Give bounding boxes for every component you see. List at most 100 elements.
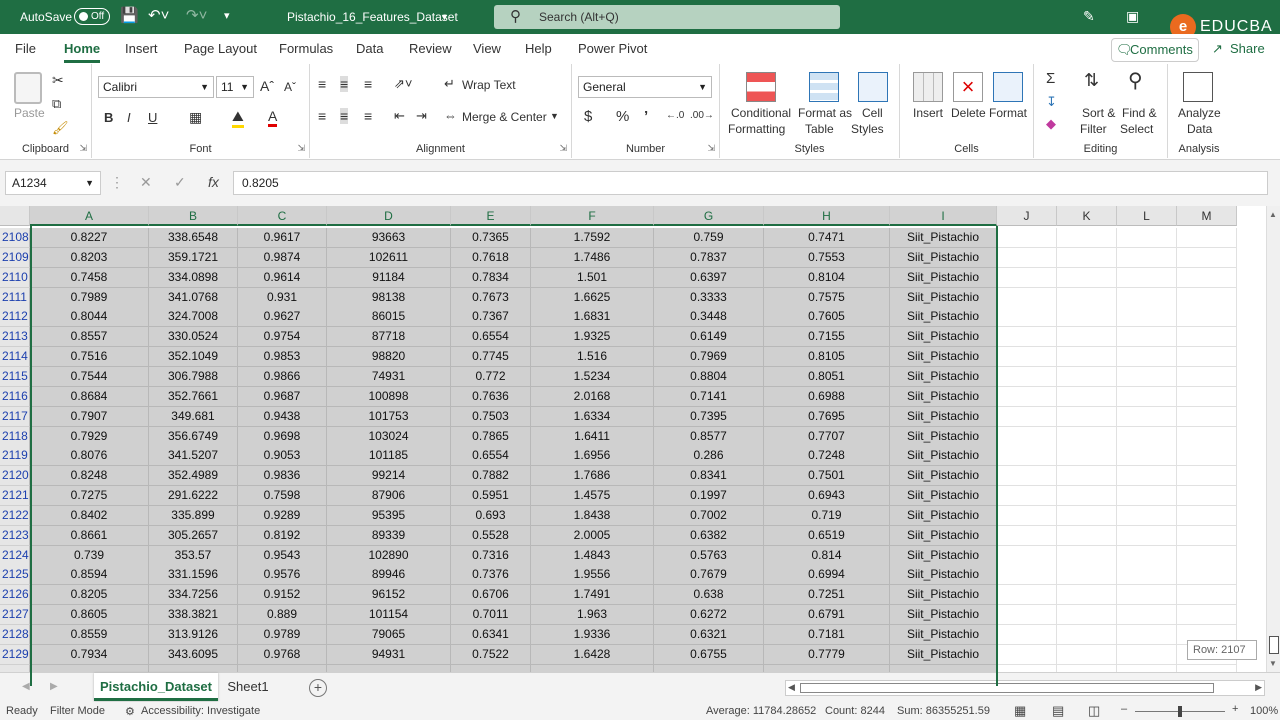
table-cell[interactable]: 0.6994: [764, 565, 890, 586]
empty-cell[interactable]: [1177, 605, 1237, 626]
table-cell[interactable]: 96152: [327, 585, 451, 606]
sort-filter-icon[interactable]: ⇅: [1084, 70, 1099, 91]
empty-cell[interactable]: [997, 545, 1057, 566]
font-color-icon[interactable]: A: [268, 108, 278, 127]
table-cell[interactable]: 98138: [327, 287, 451, 308]
table-cell[interactable]: 0.6706: [451, 585, 531, 606]
empty-cell[interactable]: [1177, 664, 1237, 672]
align-center-icon[interactable]: ≡: [340, 108, 349, 124]
row-header[interactable]: 2127: [0, 605, 30, 626]
table-cell[interactable]: 0.9768: [238, 644, 327, 665]
empty-cell[interactable]: [1117, 247, 1177, 268]
file-name-chevron-icon[interactable]: ▼: [440, 12, 449, 22]
chevron-down-icon[interactable]: ▼: [550, 111, 559, 121]
table-cell[interactable]: 305.2657: [149, 525, 238, 546]
table-cell[interactable]: 0.6554: [451, 446, 531, 467]
comma-style-icon[interactable]: ’: [644, 108, 648, 125]
empty-cell[interactable]: [1177, 446, 1237, 467]
table-cell[interactable]: 101154: [327, 605, 451, 626]
empty-cell[interactable]: [997, 366, 1057, 387]
table-cell[interactable]: 0.9874: [238, 247, 327, 268]
customize-qat-icon[interactable]: ▾: [224, 7, 230, 25]
empty-cell[interactable]: [1117, 347, 1177, 368]
analyze-data-label-2[interactable]: Data: [1187, 122, 1212, 136]
column-header-l[interactable]: L: [1117, 206, 1177, 226]
table-cell[interactable]: 0.7503: [451, 406, 531, 427]
table-cell[interactable]: 0.9687: [238, 386, 327, 407]
row-header[interactable]: [0, 664, 30, 672]
table-cell[interactable]: Siit_Pistachio: [890, 307, 997, 328]
table-cell[interactable]: Siit_Pistachio: [890, 525, 997, 546]
table-cell[interactable]: [30, 664, 149, 672]
column-header-j[interactable]: J: [997, 206, 1057, 226]
table-cell[interactable]: 87906: [327, 486, 451, 507]
ribbon-display-icon[interactable]: ▣: [1126, 8, 1139, 25]
table-cell[interactable]: Siit_Pistachio: [890, 247, 997, 268]
merge-center-icon[interactable]: ⇔: [444, 108, 457, 123]
scroll-down-icon[interactable]: ▼: [1269, 659, 1277, 668]
table-cell[interactable]: 1.6625: [531, 287, 654, 308]
table-cell[interactable]: 0.6755: [654, 644, 764, 665]
table-cell[interactable]: 0.6321: [654, 625, 764, 645]
row-header[interactable]: 2125: [0, 565, 30, 586]
conditional-formatting-label-1[interactable]: Conditional: [731, 106, 791, 120]
table-cell[interactable]: 0.3333: [654, 287, 764, 308]
empty-cell[interactable]: [997, 406, 1057, 427]
table-cell[interactable]: 0.6519: [764, 525, 890, 546]
row-header[interactable]: 2122: [0, 505, 30, 526]
insert-function-icon[interactable]: fx: [208, 174, 219, 190]
empty-cell[interactable]: [1117, 287, 1177, 308]
number-format-dropdown[interactable]: General ▼: [578, 76, 712, 98]
empty-cell[interactable]: [997, 505, 1057, 526]
row-header[interactable]: 2116: [0, 386, 30, 407]
table-cell[interactable]: 0.772: [451, 366, 531, 387]
table-cell[interactable]: 0.931: [238, 287, 327, 308]
table-cell[interactable]: Siit_Pistachio: [890, 406, 997, 427]
status-accessibility[interactable]: Accessibility: Investigate: [141, 705, 260, 717]
empty-cell[interactable]: [1177, 327, 1237, 348]
add-sheet-button[interactable]: +: [309, 679, 327, 697]
column-header-f[interactable]: F: [531, 206, 654, 226]
table-cell[interactable]: 0.7989: [30, 287, 149, 308]
empty-cell[interactable]: [1057, 545, 1117, 566]
analyze-data-icon[interactable]: [1183, 72, 1213, 102]
scroll-right-icon[interactable]: ▶: [1255, 682, 1262, 693]
table-cell[interactable]: 102890: [327, 545, 451, 566]
table-cell[interactable]: Siit_Pistachio: [890, 505, 997, 526]
empty-cell[interactable]: [1117, 228, 1177, 248]
table-cell[interactable]: 94931: [327, 644, 451, 665]
table-cell[interactable]: 0.8205: [30, 585, 149, 606]
table-cell[interactable]: 0.7458: [30, 267, 149, 288]
table-cell[interactable]: 103024: [327, 426, 451, 447]
row-header[interactable]: 2118: [0, 426, 30, 447]
table-cell[interactable]: 91184: [327, 267, 451, 288]
table-cell[interactable]: 0.1997: [654, 486, 764, 507]
empty-cell[interactable]: [1057, 446, 1117, 467]
table-cell[interactable]: 0.6791: [764, 605, 890, 626]
font-launcher-icon[interactable]: ⇲: [297, 143, 305, 154]
empty-cell[interactable]: [1117, 505, 1177, 526]
page-layout-view-icon[interactable]: ▤: [1052, 703, 1064, 719]
empty-cell[interactable]: [1057, 366, 1117, 387]
empty-cell[interactable]: [1057, 327, 1117, 348]
table-cell[interactable]: 1.9556: [531, 565, 654, 586]
prev-sheet-icon[interactable]: ◀: [22, 681, 30, 692]
empty-cell[interactable]: [1117, 585, 1177, 606]
tab-file[interactable]: File: [15, 41, 36, 56]
table-cell[interactable]: 0.286: [654, 446, 764, 467]
row-header[interactable]: 2121: [0, 486, 30, 507]
empty-cell[interactable]: [1177, 406, 1237, 427]
italic-icon[interactable]: I: [127, 110, 131, 125]
table-cell[interactable]: 0.693: [451, 505, 531, 526]
table-cell[interactable]: 0.9698: [238, 426, 327, 447]
table-cell[interactable]: 89339: [327, 525, 451, 546]
empty-cell[interactable]: [1177, 228, 1237, 248]
cell-styles-label-1[interactable]: Cell: [862, 106, 883, 120]
autosum-icon[interactable]: Σ: [1046, 70, 1055, 87]
conditional-formatting-icon[interactable]: [746, 72, 776, 102]
next-sheet-icon[interactable]: ▶: [50, 681, 58, 692]
scroll-left-icon[interactable]: ◀: [788, 682, 795, 693]
empty-cell[interactable]: [1117, 406, 1177, 427]
empty-cell[interactable]: [1057, 525, 1117, 546]
decrease-decimal-icon[interactable]: .00→: [690, 110, 714, 121]
